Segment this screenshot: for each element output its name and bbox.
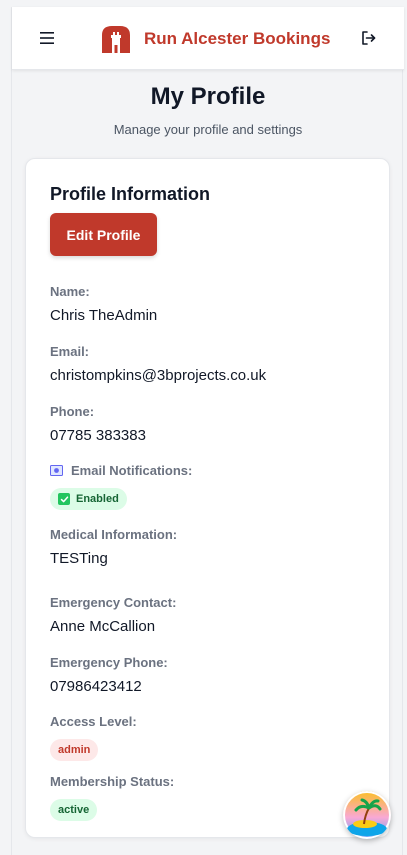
profile-section-title: Profile Information — [50, 184, 211, 204]
email-value: christompkins@3bprojects.co.uk — [50, 367, 267, 384]
app-name: Run Alcester Bookings — [144, 29, 331, 48]
notifications-label: Email Notifications: — [71, 462, 193, 478]
name-field: Name: Chris TheAdmin — [50, 283, 158, 325]
email-label: Email: — [50, 343, 90, 359]
emergency-phone-label: Emergency Phone: — [50, 654, 168, 670]
emergency-contact-label: Emergency Contact: — [50, 594, 177, 610]
hamburger-menu-icon[interactable] — [36, 27, 58, 49]
brand-link[interactable]: Run Alcester Bookings — [98, 22, 330, 56]
top-navbar: Run Alcester Bookings — [12, 7, 404, 70]
phone-value: 07785 383383 — [50, 427, 146, 444]
phone-field: Phone: 07785 383383 — [50, 403, 146, 445]
access-level-badge: admin — [50, 739, 99, 761]
page-title: My Profile — [150, 83, 266, 110]
edit-profile-button[interactable]: Edit Profile — [50, 213, 157, 256]
medical-field: Medical Information: TESTing — [50, 526, 178, 568]
page-subtitle: Manage your profile and settings — [113, 122, 303, 137]
app-frame: Run Alcester Bookings My Profile Manage … — [11, 7, 404, 855]
notifications-status-text: Enabled — [76, 493, 119, 505]
phone-label: Phone: — [50, 403, 95, 419]
castle-logo-icon — [102, 26, 130, 53]
emergency-contact-field: Emergency Contact: Anne McCallion — [50, 594, 177, 636]
medical-label: Medical Information: — [50, 526, 178, 542]
notifications-status-badge: Enabled — [50, 488, 127, 510]
access-level-field: Access Level: admin — [50, 713, 137, 761]
beach-island-icon[interactable] — [343, 791, 391, 839]
emergency-phone-value: 07986423412 — [50, 678, 142, 695]
checkmark-icon — [58, 493, 70, 505]
profile-card: Profile Information Edit Profile Name: C… — [25, 158, 390, 838]
emergency-contact-value: Anne McCallion — [50, 618, 156, 635]
emergency-phone-field: Emergency Phone: 07986423412 — [50, 654, 168, 696]
membership-badge: active — [50, 799, 98, 821]
membership-label: Membership Status: — [50, 773, 175, 789]
name-value: Chris TheAdmin — [50, 307, 158, 324]
name-label: Name: — [50, 283, 90, 299]
email-field: Email: christompkins@3bprojects.co.uk — [50, 343, 267, 385]
access-level-label: Access Level: — [50, 713, 137, 729]
membership-field: Membership Status: active — [50, 773, 174, 821]
medical-value: TESTing — [50, 550, 108, 567]
logout-icon[interactable] — [357, 27, 379, 49]
envelope-icon — [50, 464, 63, 476]
notifications-field: Email Notifications: Enabled — [50, 462, 192, 510]
